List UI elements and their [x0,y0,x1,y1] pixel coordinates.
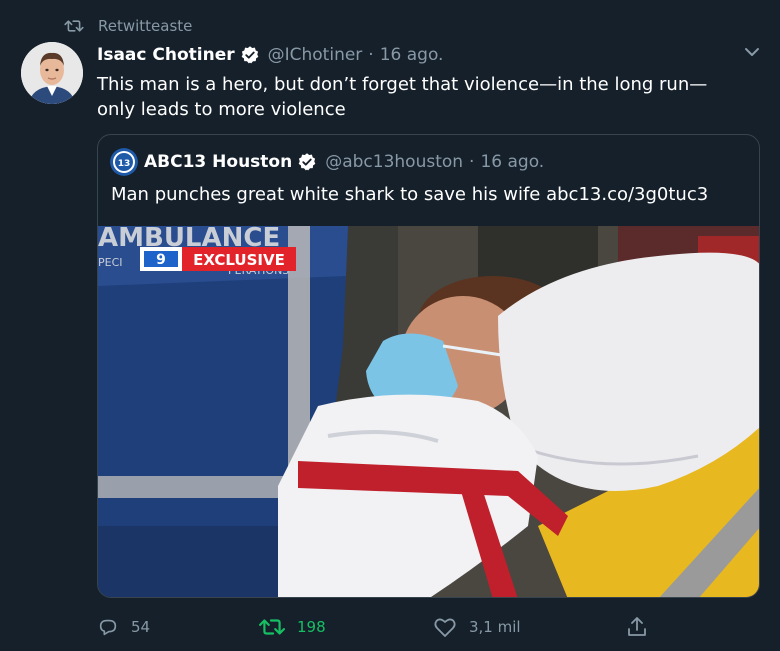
quoted-tweet-image[interactable]: AMBULANCE PECI PERATIONS 9 EXCLUSIVE [98,226,760,598]
tweet-text: This man is a hero, but don’t forget tha… [97,74,708,120]
avatar[interactable] [21,42,83,104]
retweet-count: 198 [297,618,326,636]
like-button[interactable]: 3,1 mil [433,610,521,644]
quoted-tweet-card[interactable]: 13 ABC13 Houston @abc13houston · 16 ago.… [97,134,760,598]
verified-icon [241,46,258,64]
author-name[interactable]: Isaac Chotiner [97,45,235,65]
like-count: 3,1 mil [469,618,521,636]
exclusive-badge-text: EXCLUSIVE [193,251,285,269]
quoted-author-handle[interactable]: @abc13houston [325,152,463,172]
svg-text:13: 13 [118,159,131,169]
quoted-author-name[interactable]: ABC13 Houston [144,152,292,172]
quoted-tweet-text: Man punches great white shark to save hi… [111,184,709,205]
heart-icon [434,618,456,637]
retweet-icon [259,619,285,635]
retweet-label: Retwitteaste [98,17,193,35]
channel-logo: 9 [156,252,166,268]
tweet-header: Isaac Chotiner @IChotiner · 16 ago. [97,42,443,68]
share-button[interactable] [625,610,649,644]
reply-count: 54 [131,618,151,636]
quoted-tweet-date[interactable]: 16 ago. [480,152,544,172]
reply-button[interactable]: 54 [97,610,150,644]
author-handle[interactable]: @IChotiner [268,45,363,65]
tweet-actions: 54 198 3,1 mil [97,610,657,644]
sign-left-text: PECI [98,256,123,269]
separator-dot: · [368,45,374,65]
more-options-button[interactable] [740,42,764,62]
retweet-button[interactable]: 198 [259,610,326,644]
separator-dot: · [469,152,475,172]
retweet-icon [64,18,84,34]
verified-icon [298,153,316,171]
chevron-down-icon [745,48,759,56]
reply-icon [99,619,117,636]
quoted-tweet-header: 13 ABC13 Houston @abc13houston · 16 ago. [110,148,544,176]
share-icon [628,617,646,636]
tweet-date[interactable]: 16 ago. [380,45,444,65]
retweet-indicator: Retwitteaste [64,14,192,38]
quoted-avatar: 13 [110,148,138,176]
